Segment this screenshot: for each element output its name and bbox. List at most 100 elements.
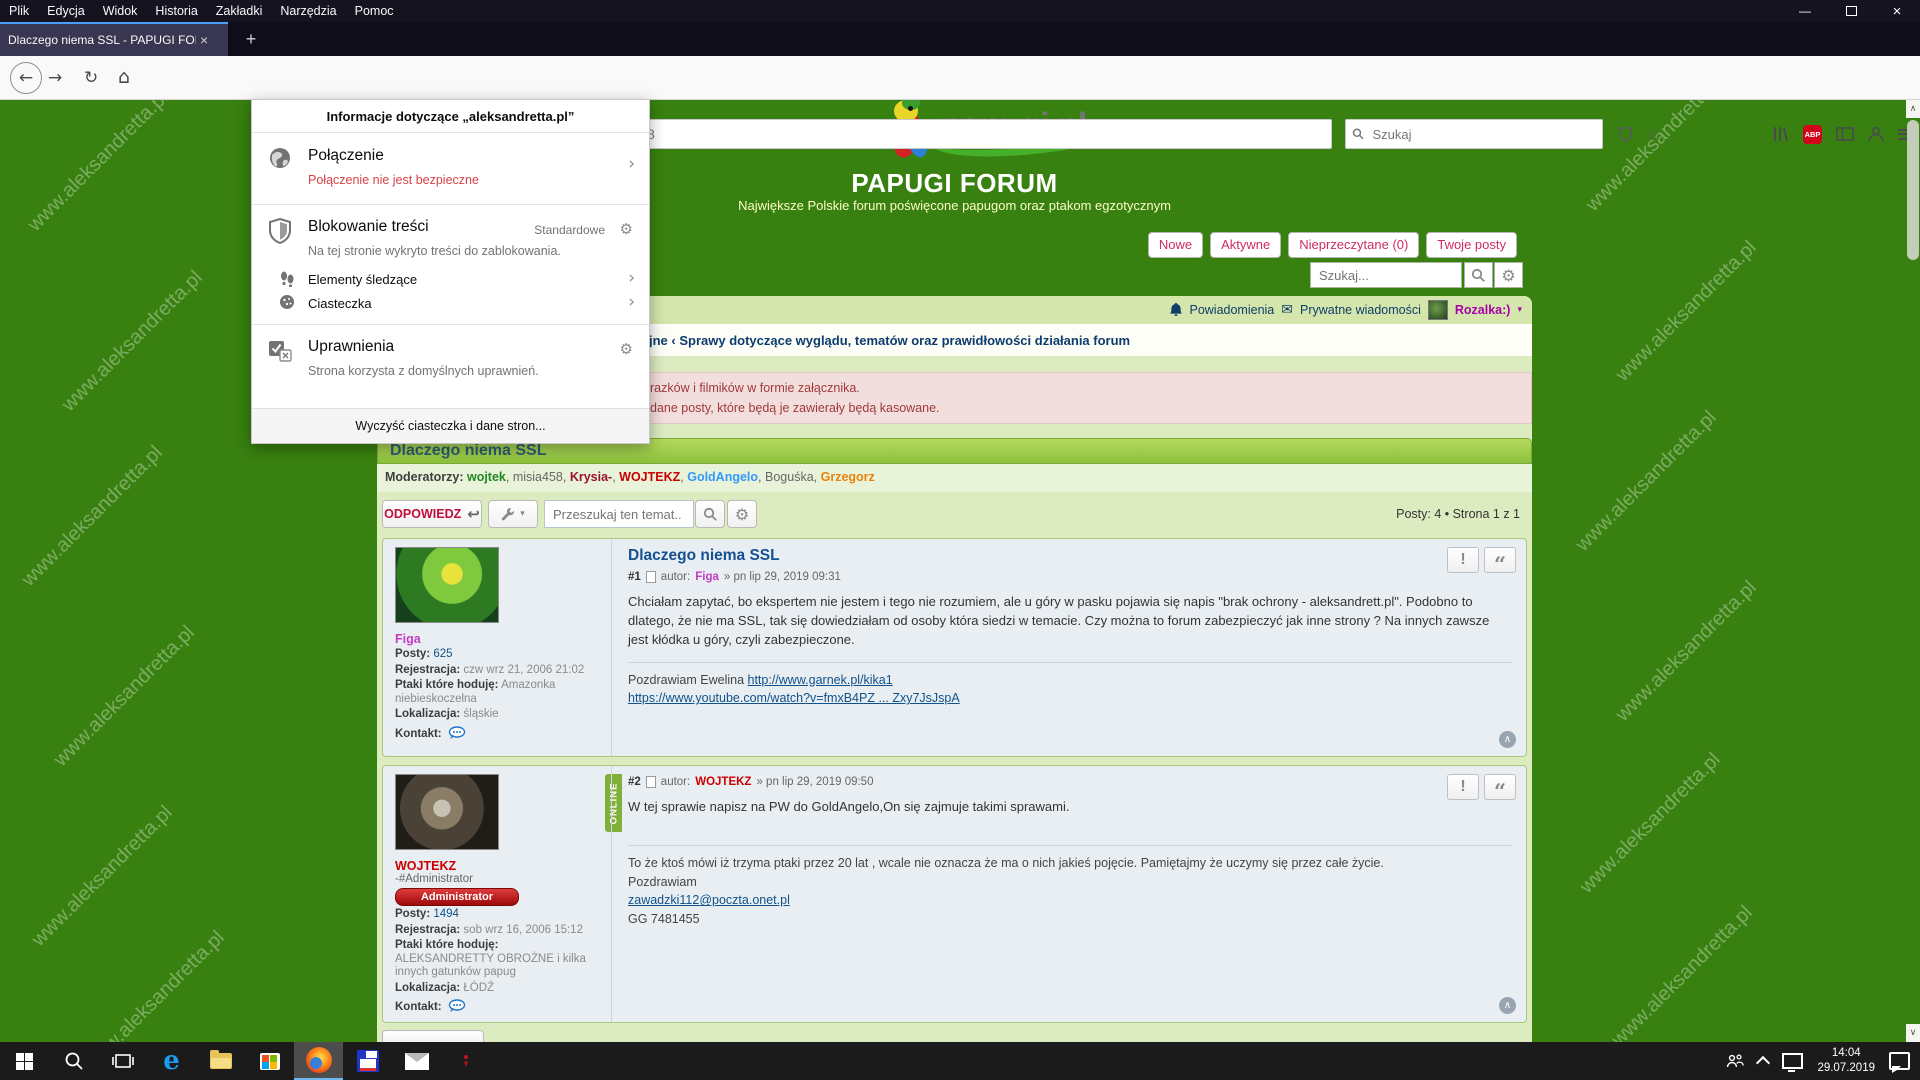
- topic-search-field[interactable]: [544, 500, 694, 528]
- back-button[interactable]: ←: [10, 62, 42, 94]
- clear-cookies-button[interactable]: Wyczyść ciasteczka i dane stron...: [252, 408, 649, 443]
- trackers-item[interactable]: Elementy śledzące: [308, 272, 417, 287]
- quote-button[interactable]: “: [1484, 774, 1516, 800]
- forum-search-field[interactable]: [1310, 262, 1462, 288]
- user-avatar[interactable]: [1428, 300, 1448, 320]
- avatar[interactable]: [395, 547, 499, 623]
- firefox-taskbar-icon[interactable]: [294, 1042, 343, 1080]
- scrollbar-down-arrow[interactable]: ∨: [1906, 1024, 1920, 1042]
- reload-button[interactable]: ↻: [84, 68, 98, 88]
- post-author-link[interactable]: Figa: [695, 571, 719, 583]
- library-icon[interactable]: [1772, 126, 1789, 142]
- scrollbar-up-arrow[interactable]: ∧: [1906, 100, 1920, 118]
- pagination[interactable]: Posty: 4 • Strona 1 z 1: [1396, 507, 1520, 521]
- notifications-link[interactable]: Powiadomienia: [1189, 303, 1274, 317]
- moderator-link[interactable]: Grzegorz: [821, 470, 875, 484]
- people-icon[interactable]: [1726, 1054, 1744, 1068]
- start-button[interactable]: [0, 1042, 49, 1080]
- topic-settings-button[interactable]: ⚙: [727, 500, 757, 528]
- file-explorer-taskbar-icon[interactable]: [196, 1042, 245, 1080]
- username-menu[interactable]: Rozalka:): [1455, 303, 1511, 317]
- moderator-link[interactable]: WOJTEKZ: [619, 470, 687, 484]
- topic-title[interactable]: Dlaczego niema SSL: [390, 442, 547, 460]
- chevron-right-icon[interactable]: ›: [628, 154, 635, 174]
- pocket-icon[interactable]: [1619, 127, 1632, 142]
- chevron-right-icon[interactable]: ›: [628, 292, 635, 312]
- forward-button[interactable]: →: [48, 68, 62, 88]
- author-name-link[interactable]: WOJTEKZ: [395, 859, 601, 873]
- menu-narzedzia[interactable]: Narzędzia: [271, 0, 345, 22]
- chevron-down-icon[interactable]: ▾: [1517, 305, 1522, 315]
- menu-edycja[interactable]: Edycja: [38, 0, 94, 22]
- menu-historia[interactable]: Historia: [146, 0, 206, 22]
- topic-search-input[interactable]: [551, 506, 687, 523]
- author-name-link[interactable]: Figa: [395, 632, 601, 646]
- forum-search-settings-button[interactable]: ⚙: [1494, 262, 1523, 288]
- post-author-link[interactable]: WOJTEKZ: [695, 776, 751, 788]
- quote-button[interactable]: “: [1484, 547, 1516, 573]
- signature-link[interactable]: https://www.youtube.com/watch?v=fmxB4PZ …: [628, 691, 960, 705]
- forum-search-input[interactable]: [1317, 267, 1455, 284]
- gear-icon[interactable]: ⚙: [620, 340, 633, 358]
- tray-chevron-up-icon[interactable]: [1756, 1056, 1770, 1070]
- bottom-reply-button-partial[interactable]: [382, 1030, 484, 1042]
- avatar[interactable]: [395, 774, 499, 850]
- menu-pomoc[interactable]: Pomoc: [346, 0, 403, 22]
- taskbar-clock[interactable]: 14:04 29.07.2019: [1817, 1046, 1875, 1076]
- back-to-top-button[interactable]: ∧: [1499, 997, 1516, 1014]
- close-button[interactable]: ×: [1874, 0, 1920, 22]
- store-taskbar-icon[interactable]: [245, 1042, 294, 1080]
- signature-link[interactable]: http://www.garnek.pl/kika1: [748, 673, 893, 687]
- tab-close-icon[interactable]: ×: [200, 32, 208, 48]
- unread-posts-button[interactable]: Nieprzeczytane (0): [1288, 232, 1419, 258]
- account-icon[interactable]: [1868, 126, 1884, 142]
- red-app-taskbar-icon[interactable]: [441, 1042, 490, 1080]
- minimize-button[interactable]: —: [1782, 0, 1828, 22]
- reply-button[interactable]: ODPOWIEDZ ↩: [382, 500, 482, 528]
- your-posts-button[interactable]: Twoje posty: [1426, 232, 1517, 258]
- floppy-app-taskbar-icon[interactable]: [343, 1042, 392, 1080]
- notification-center-icon[interactable]: [1889, 1052, 1910, 1070]
- menu-zakladki[interactable]: Zakładki: [207, 0, 272, 22]
- report-button[interactable]: !: [1447, 547, 1479, 573]
- task-view-button[interactable]: [98, 1042, 147, 1080]
- network-icon[interactable]: [1782, 1053, 1803, 1069]
- browser-search-input[interactable]: [1370, 126, 1602, 143]
- active-topics-button[interactable]: Aktywne: [1210, 232, 1281, 258]
- post-title-link[interactable]: Dlaczego niema SSL: [628, 547, 1512, 565]
- forum-search-button[interactable]: [1464, 262, 1493, 288]
- gear-icon[interactable]: ⚙: [620, 220, 633, 238]
- maximize-button[interactable]: [1828, 0, 1874, 22]
- taskbar-search-button[interactable]: [49, 1042, 98, 1080]
- mail-app-taskbar-icon[interactable]: [392, 1042, 441, 1080]
- message-bubble-icon[interactable]: [448, 726, 466, 740]
- back-to-top-button[interactable]: ∧: [1499, 731, 1516, 748]
- sidebars-icon[interactable]: [1836, 127, 1854, 141]
- new-tab-button[interactable]: +: [236, 22, 266, 56]
- edge-taskbar-icon[interactable]: e: [147, 1042, 196, 1080]
- moderator-link[interactable]: Krysia-: [570, 470, 619, 484]
- topic-tools-button[interactable]: ▾: [488, 500, 538, 528]
- bookmark-star-icon[interactable]: ☆: [1646, 125, 1660, 144]
- scrollbar-thumb[interactable]: [1907, 120, 1919, 260]
- adblock-plus-icon[interactable]: ABP: [1803, 125, 1822, 144]
- chevron-right-icon[interactable]: ›: [628, 268, 635, 288]
- browser-search-field[interactable]: [1345, 119, 1603, 149]
- breadcrumb[interactable]: jne ‹ Sprawy dotyczące wyglądu, tematów …: [649, 333, 1130, 348]
- signature-email-link[interactable]: zawadzki112@poczta.onet.pl: [628, 893, 790, 907]
- message-bubble-icon[interactable]: [448, 999, 466, 1013]
- cookies-item[interactable]: Ciasteczka: [308, 296, 372, 311]
- private-messages-link[interactable]: Prywatne wiadomości: [1300, 303, 1421, 317]
- report-button[interactable]: !: [1447, 774, 1479, 800]
- moderator-link[interactable]: Boguśka: [765, 470, 821, 484]
- moderator-link[interactable]: GoldAngelo: [687, 470, 765, 484]
- topic-search-button[interactable]: [695, 500, 725, 528]
- home-button[interactable]: ⌂: [118, 66, 130, 88]
- moderator-link[interactable]: misia458: [513, 470, 570, 484]
- menu-widok[interactable]: Widok: [94, 0, 147, 22]
- new-posts-button[interactable]: Nowe: [1148, 232, 1203, 258]
- moderator-link[interactable]: wojtek: [467, 470, 513, 484]
- tab-active[interactable]: Dlaczego niema SSL - PAPUGI FORU ×: [0, 22, 228, 56]
- permissions-icon: [268, 338, 292, 362]
- menu-plik[interactable]: Plik: [0, 0, 38, 22]
